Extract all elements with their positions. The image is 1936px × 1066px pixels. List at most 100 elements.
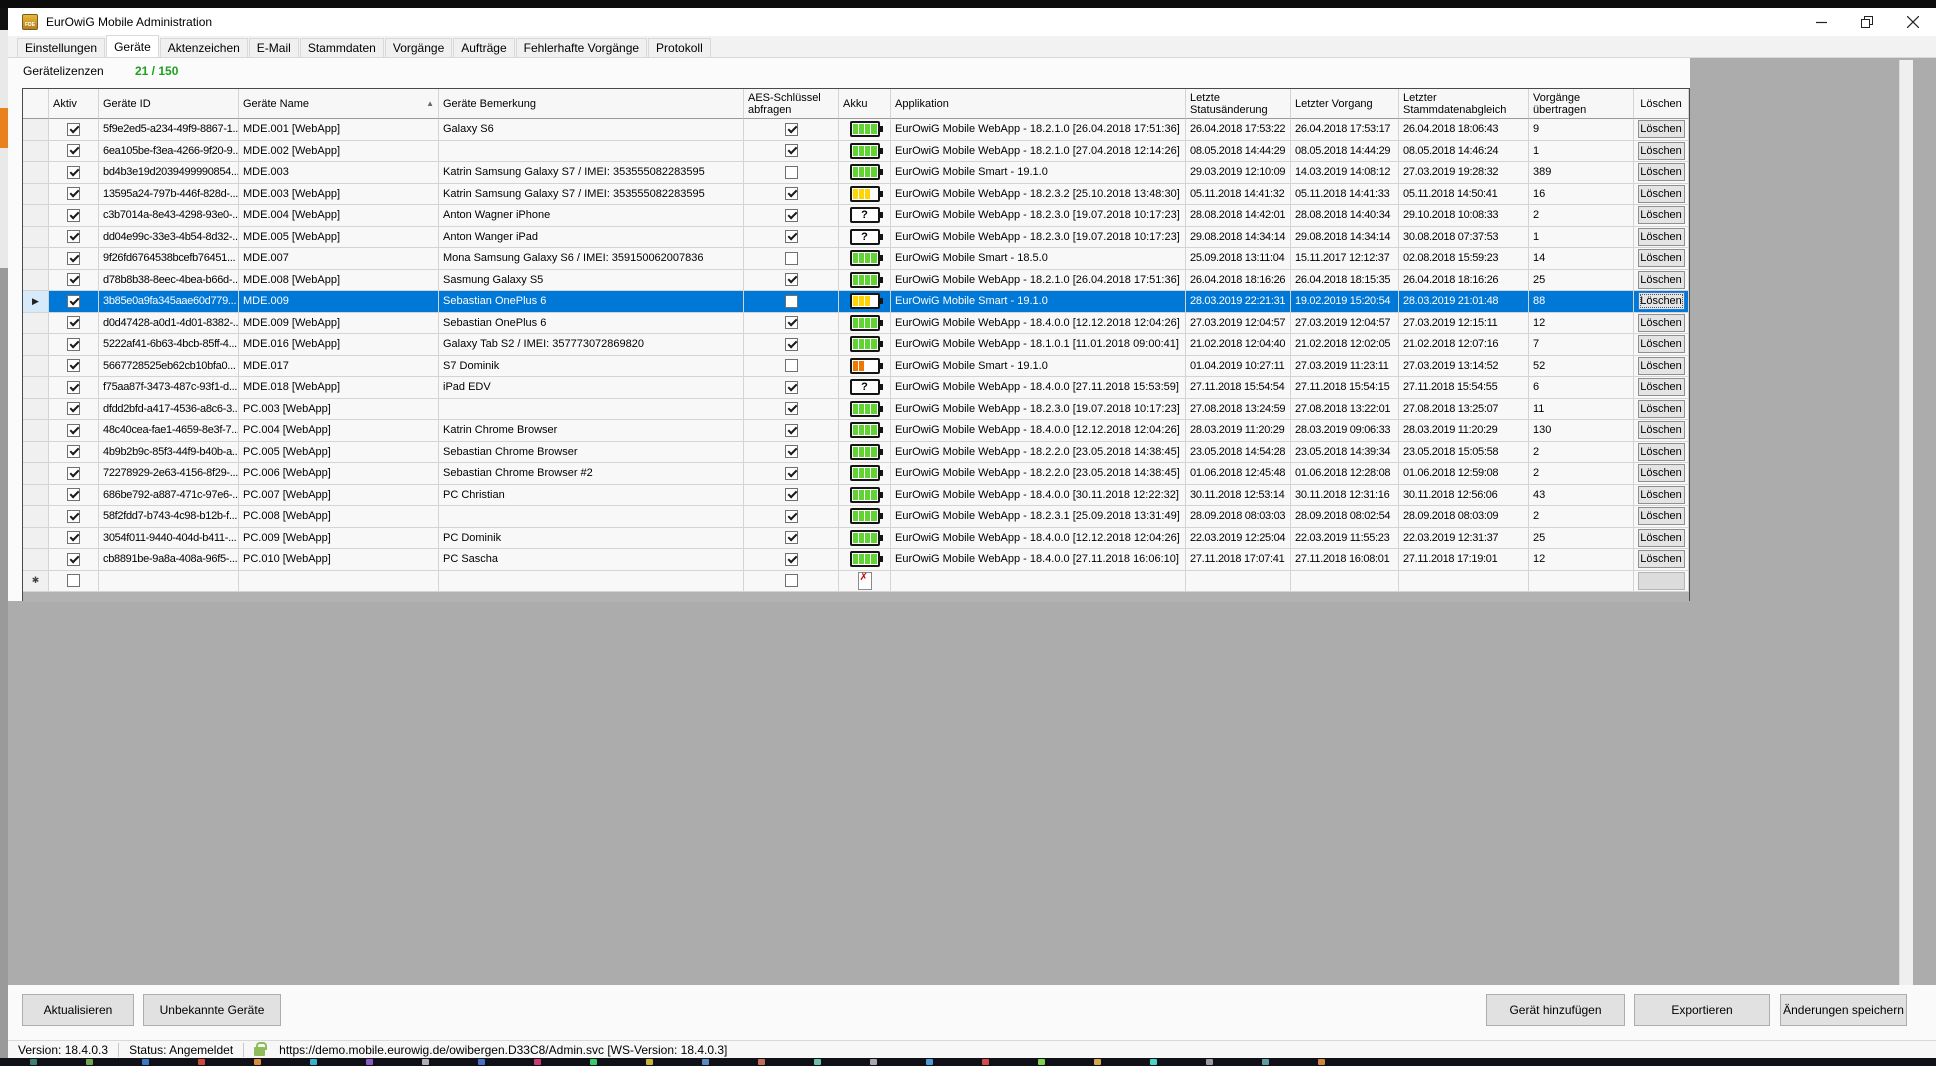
row-selector[interactable]	[23, 442, 49, 464]
cell-vorgaenge-uebertragen[interactable]: 14	[1529, 248, 1634, 270]
cell-vorgaenge-uebertragen[interactable]: 25	[1529, 528, 1634, 550]
tab-stammdaten[interactable]: Stammdaten	[300, 38, 384, 57]
delete-button[interactable]: Löschen	[1638, 335, 1685, 353]
aes-checkbox-cell[interactable]	[744, 377, 839, 399]
cell-letzter-vorgang[interactable]: 22.03.2019 11:55:23	[1291, 528, 1399, 550]
aes-checkbox-cell[interactable]	[744, 463, 839, 485]
cell-geraete-bemerkung[interactable]: Sasmung Galaxy S5	[439, 270, 744, 292]
row-selector[interactable]	[23, 506, 49, 528]
cell-letzter-vorgang[interactable]: 08.05.2018 14:44:29	[1291, 141, 1399, 163]
aes-checkbox-cell[interactable]	[744, 356, 839, 378]
delete-button[interactable]: Löschen	[1638, 529, 1685, 547]
battery-cell[interactable]	[839, 549, 891, 571]
cell-geraete-bemerkung[interactable]: Mona Samsung Galaxy S6 / IMEI: 359150062…	[439, 248, 744, 270]
delete-cell[interactable]: Löschen	[1634, 270, 1689, 292]
cell-geraete-id[interactable]: dfdd2bfd-a417-4536-a8c6-3...	[99, 399, 239, 421]
row-selector[interactable]	[23, 270, 49, 292]
cell-letzte-statusaenderung[interactable]: 01.06.2018 12:45:48	[1186, 463, 1291, 485]
export-button[interactable]: Exportieren	[1634, 994, 1770, 1026]
cell-letzte-statusaenderung[interactable]: 29.08.2018 14:34:14	[1186, 227, 1291, 249]
tab-e-mail[interactable]: E-Mail	[249, 38, 299, 57]
table-row[interactable]: bd4b3e19d2039499990854...MDE.003Katrin S…	[23, 162, 1689, 184]
cell-geraete-name[interactable]: PC.003 [WebApp]	[239, 399, 439, 421]
battery-cell[interactable]: ?	[839, 377, 891, 399]
cell-geraete-name[interactable]: PC.007 [WebApp]	[239, 485, 439, 507]
cell-letzte-statusaenderung[interactable]: 05.11.2018 14:41:32	[1186, 184, 1291, 206]
taskbar-icon[interactable]	[702, 1059, 709, 1065]
aes-checkbox-cell[interactable]	[744, 506, 839, 528]
cell-letzte-statusaenderung[interactable]: 22.03.2019 12:25:04	[1186, 528, 1291, 550]
cell-letzte-statusaenderung[interactable]: 23.05.2018 14:54:28	[1186, 442, 1291, 464]
cell-letzter-vorgang[interactable]: 27.11.2018 15:54:15	[1291, 377, 1399, 399]
delete-button[interactable]: Löschen	[1638, 421, 1685, 439]
cell-geraete-name[interactable]: MDE.004 [WebApp]	[239, 205, 439, 227]
taskbar-icon[interactable]	[478, 1059, 485, 1065]
row-selector[interactable]	[23, 313, 49, 335]
cell-vorgaenge-uebertragen[interactable]: 130	[1529, 420, 1634, 442]
cell-letzte-statusaenderung[interactable]	[1186, 571, 1291, 593]
cell-geraete-bemerkung[interactable]: PC Christian	[439, 485, 744, 507]
column-header-vorg-nge-bertragen[interactable]: Vorgänge übertragen	[1529, 89, 1634, 119]
row-selector[interactable]	[23, 205, 49, 227]
cell-letzter-stammdatenabgleich[interactable]: 30.11.2018 12:56:06	[1399, 485, 1529, 507]
taskbar-icon[interactable]	[30, 1059, 37, 1065]
minimize-button[interactable]	[1798, 8, 1844, 36]
active-checkbox-cell[interactable]	[49, 485, 99, 507]
cell-letzter-vorgang[interactable]: 26.04.2018 17:53:17	[1291, 119, 1399, 141]
table-row[interactable]: 9f26fd6764538bcefb76451...MDE.007Mona Sa…	[23, 248, 1689, 270]
delete-cell[interactable]: Löschen	[1634, 377, 1689, 399]
cell-vorgaenge-uebertragen[interactable]: 2	[1529, 463, 1634, 485]
checkbox[interactable]	[785, 488, 798, 501]
cell-letzter-stammdatenabgleich[interactable]: 28.09.2018 08:03:09	[1399, 506, 1529, 528]
taskbar-icon[interactable]	[1150, 1059, 1157, 1065]
row-selector[interactable]	[23, 334, 49, 356]
cell-letzte-statusaenderung[interactable]: 27.11.2018 15:54:54	[1186, 377, 1291, 399]
taskbar-icon[interactable]	[926, 1059, 933, 1065]
aes-checkbox-cell[interactable]	[744, 184, 839, 206]
cell-geraete-name[interactable]: MDE.018 [WebApp]	[239, 377, 439, 399]
column-header-letzte-status-nderung[interactable]: Letzte Statusänderung	[1186, 89, 1291, 119]
battery-cell[interactable]	[839, 270, 891, 292]
cell-geraete-bemerkung[interactable]: Sebastian Chrome Browser	[439, 442, 744, 464]
checkbox[interactable]	[785, 531, 798, 544]
cell-letzte-statusaenderung[interactable]: 30.11.2018 12:53:14	[1186, 485, 1291, 507]
checkbox[interactable]	[67, 488, 80, 501]
cell-geraete-id[interactable]: d78b8b38-8eec-4bea-b66d-...	[99, 270, 239, 292]
cell-letzter-vorgang[interactable]: 27.03.2019 12:04:57	[1291, 313, 1399, 335]
active-checkbox-cell[interactable]	[49, 571, 99, 593]
checkbox[interactable]	[67, 295, 80, 308]
cell-vorgaenge-uebertragen[interactable]: 12	[1529, 549, 1634, 571]
table-row[interactable]: 48c40cea-fae1-4659-8e3f-7...PC.004 [WebA…	[23, 420, 1689, 442]
cell-geraete-id[interactable]: 9f26fd6764538bcefb76451...	[99, 248, 239, 270]
cell-geraete-name[interactable]: PC.008 [WebApp]	[239, 506, 439, 528]
cell-applikation[interactable]: EurOwiG Mobile WebApp - 18.4.0.0 [27.11.…	[891, 549, 1186, 571]
cell-geraete-name[interactable]: MDE.005 [WebApp]	[239, 227, 439, 249]
cell-geraete-id[interactable]: 72278929-2e63-4156-8f29-...	[99, 463, 239, 485]
refresh-button[interactable]: Aktualisieren	[22, 994, 134, 1026]
active-checkbox-cell[interactable]	[49, 205, 99, 227]
checkbox[interactable]	[785, 574, 798, 587]
taskbar-icon[interactable]	[758, 1059, 765, 1065]
tab-aktenzeichen[interactable]: Aktenzeichen	[160, 38, 248, 57]
battery-cell[interactable]	[839, 571, 891, 593]
row-selector[interactable]	[23, 399, 49, 421]
cell-letzter-stammdatenabgleich[interactable]: 21.02.2018 12:07:16	[1399, 334, 1529, 356]
cell-geraete-id[interactable]: 13595a24-797b-446f-828d-...	[99, 184, 239, 206]
table-row[interactable]: 58f2fdd7-b743-4c98-b12b-f...PC.008 [WebA…	[23, 506, 1689, 528]
aes-checkbox-cell[interactable]	[744, 549, 839, 571]
row-selector[interactable]	[23, 463, 49, 485]
cell-geraete-name[interactable]: PC.006 [WebApp]	[239, 463, 439, 485]
battery-cell[interactable]	[839, 420, 891, 442]
checkbox[interactable]	[67, 209, 80, 222]
cell-letzte-statusaenderung[interactable]: 27.03.2019 12:04:57	[1186, 313, 1291, 335]
delete-button[interactable]: Löschen	[1638, 486, 1685, 504]
taskbar-icon[interactable]	[366, 1059, 373, 1065]
battery-cell[interactable]: ?	[839, 227, 891, 249]
battery-cell[interactable]	[839, 184, 891, 206]
active-checkbox-cell[interactable]	[49, 119, 99, 141]
battery-cell[interactable]	[839, 485, 891, 507]
table-row[interactable]: dfdd2bfd-a417-4536-a8c6-3...PC.003 [WebA…	[23, 399, 1689, 421]
cell-geraete-name[interactable]: MDE.001 [WebApp]	[239, 119, 439, 141]
add-device-button[interactable]: Gerät hinzufügen	[1486, 994, 1625, 1026]
cell-letzter-stammdatenabgleich[interactable]: 26.04.2018 18:16:26	[1399, 270, 1529, 292]
